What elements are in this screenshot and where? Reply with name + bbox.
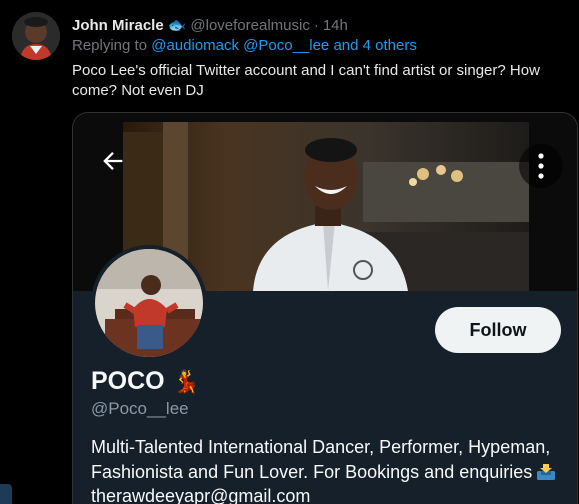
author-handle[interactable]: @loveforealmusic	[190, 17, 309, 34]
replying-to: Replying to @audiomack @Poco__lee and 4 …	[72, 37, 417, 54]
arrow-left-icon	[103, 152, 123, 170]
tweet-text: Poco Lee's official Twitter account and …	[72, 62, 540, 99]
author-avatar-image	[12, 12, 60, 60]
profile-bio-text: Multi-Talented International Dancer, Per…	[91, 437, 551, 482]
profile-avatar[interactable]	[91, 245, 207, 361]
more-options-button[interactable]	[519, 144, 563, 188]
corner-badge	[0, 484, 12, 504]
tweet-timestamp[interactable]: 14h	[323, 17, 348, 34]
profile-bio-email[interactable]: therawdeeyapr@gmail.com	[91, 486, 310, 504]
reply-mentions-link[interactable]: @audiomack @Poco__lee and 4 others	[151, 37, 417, 54]
inbox-tray-icon	[537, 463, 556, 480]
follow-button[interactable]: Follow	[435, 307, 561, 353]
back-button[interactable]	[95, 143, 131, 179]
profile-name: POCO 💃	[91, 367, 200, 396]
vertical-dots-icon	[538, 153, 544, 179]
tweet[interactable]: John Miracle 🐟 @loveforealmusic · 14h Re…	[0, 0, 579, 504]
profile-avatar-image	[95, 249, 203, 357]
header-separator: ·	[313, 16, 319, 34]
author-name[interactable]: John Miracle	[72, 17, 164, 34]
profile-bio: Multi-Talented International Dancer, Per…	[91, 435, 571, 504]
author-emoji: 🐟	[167, 17, 187, 34]
attached-screenshot[interactable]: Follow POCO 💃 @Poco__lee Multi-Talented …	[72, 112, 578, 504]
dancer-emoji: 💃	[172, 368, 201, 394]
profile-name-text: POCO	[91, 367, 165, 395]
tweet-header: John Miracle 🐟 @loveforealmusic · 14h	[72, 15, 348, 35]
profile-handle: @Poco__lee	[91, 399, 189, 418]
replying-to-label: Replying to	[72, 37, 152, 54]
author-avatar[interactable]	[12, 12, 60, 60]
